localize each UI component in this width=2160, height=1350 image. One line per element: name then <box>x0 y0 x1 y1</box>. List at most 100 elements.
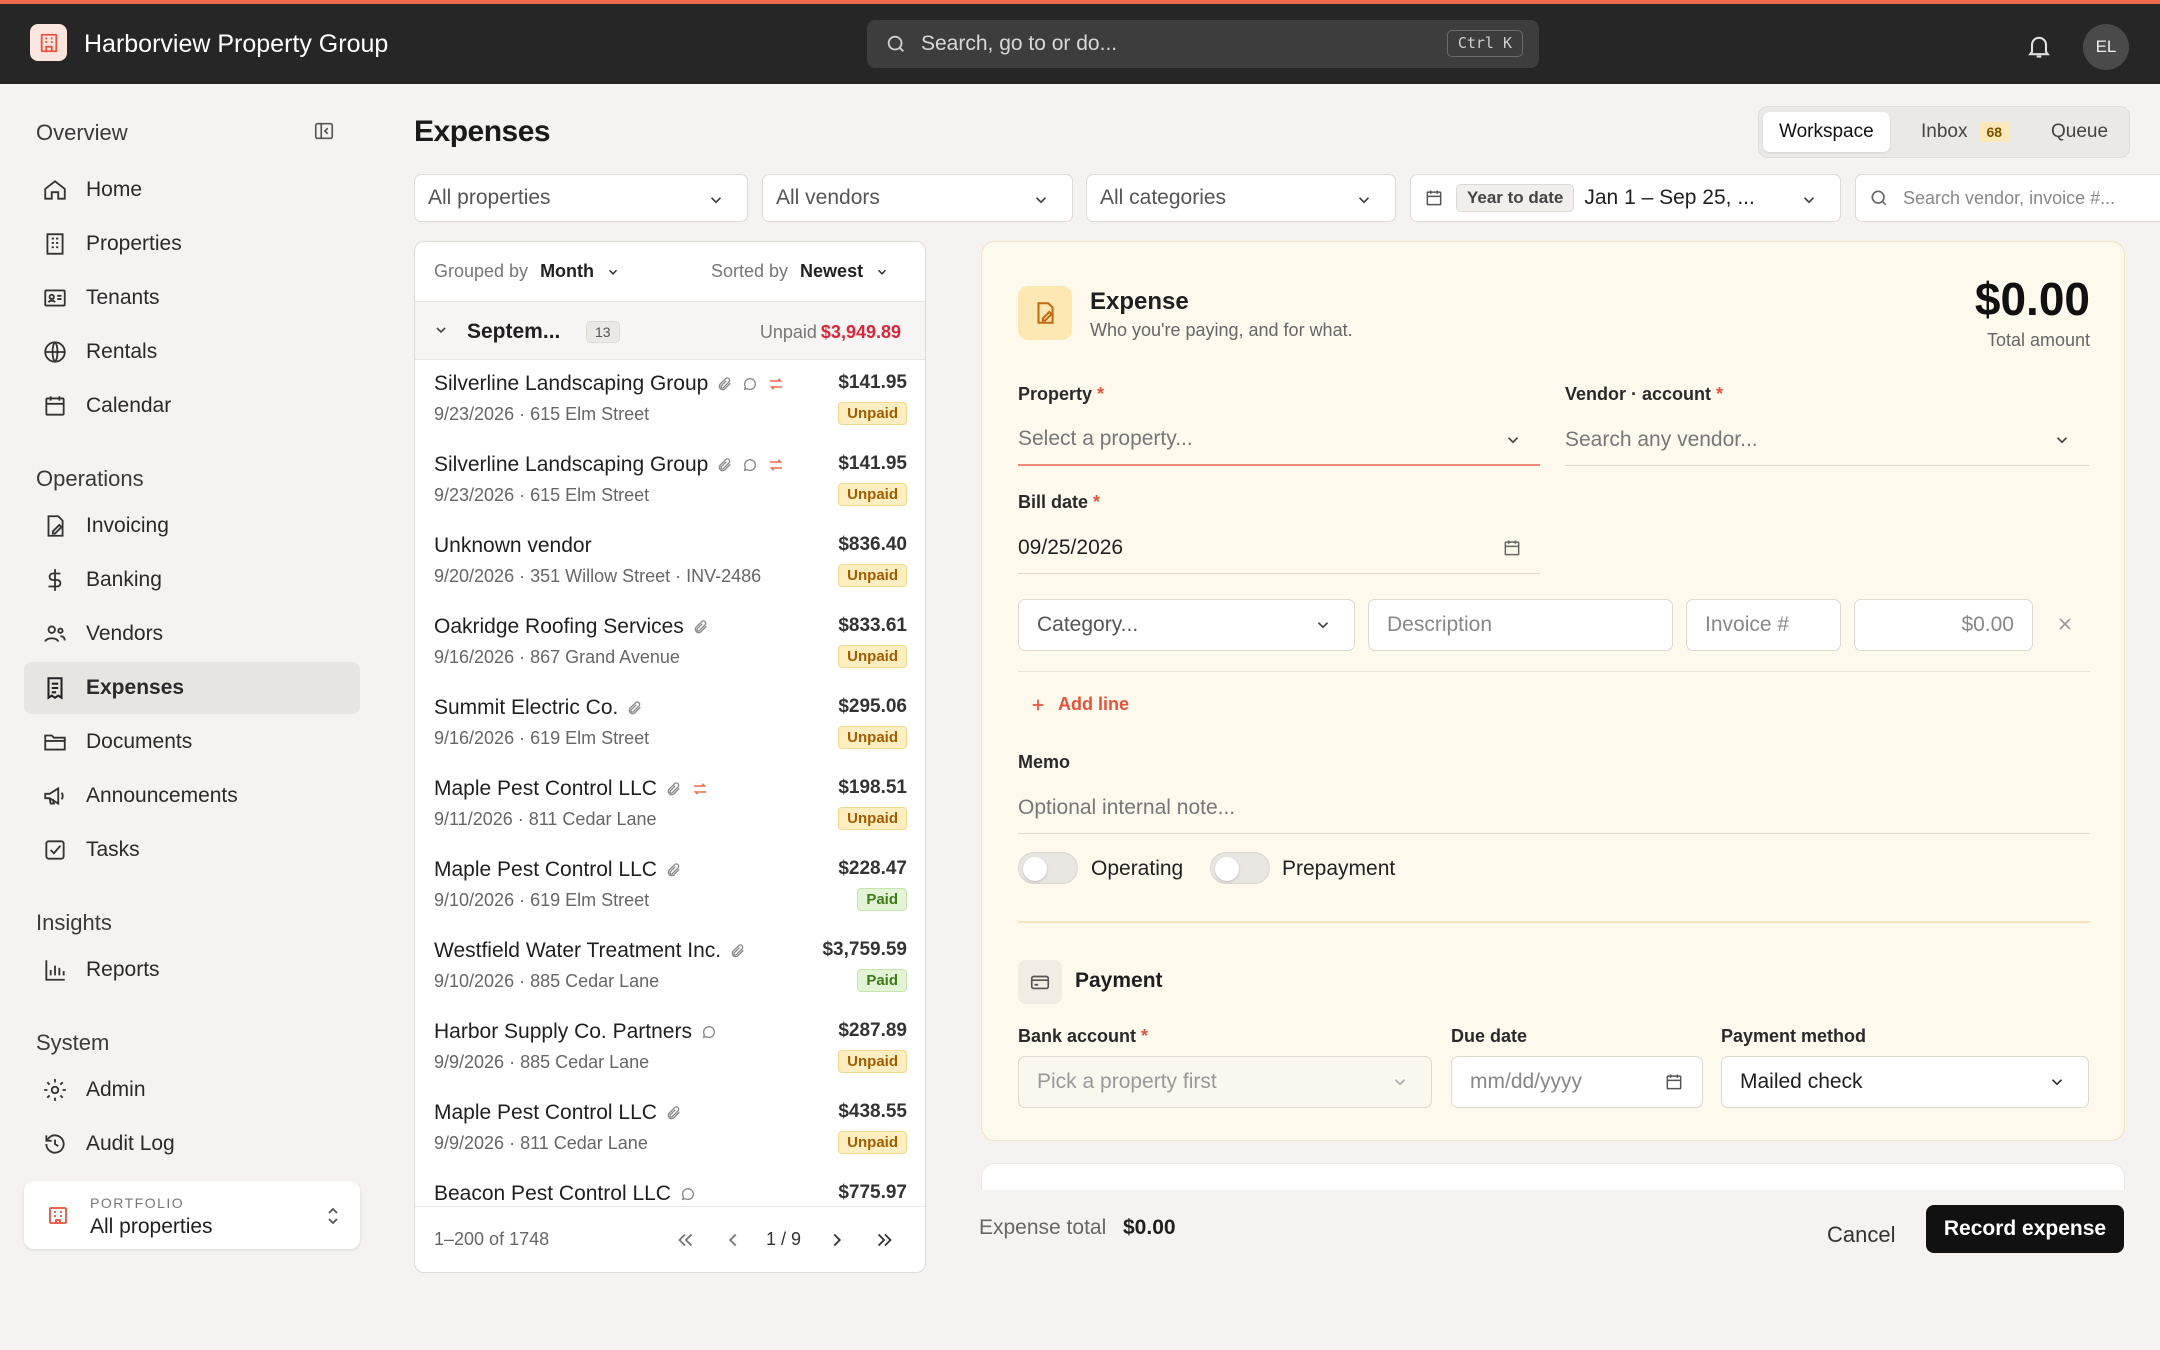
operating-label: Operating <box>1091 857 1184 880</box>
operating-toggle[interactable] <box>1018 852 1078 884</box>
bill-date-label: Bill date * <box>1018 492 1101 512</box>
portfolio-switcher[interactable]: PORTFOLIO All properties <box>24 1181 360 1249</box>
row-vendor: Maple Pest Control LLC <box>434 1101 682 1125</box>
bank-account-label: Bank account * <box>1018 1026 1149 1046</box>
bell-icon[interactable] <box>2025 32 2053 60</box>
total-amount-label: Total amount <box>1986 330 2090 350</box>
gear-icon <box>42 1077 86 1103</box>
last-page-icon[interactable] <box>874 1229 896 1251</box>
date-range-filter[interactable]: Year to date Jan 1 – Sep 25, ... <box>1410 174 1841 222</box>
bank-account-select[interactable]: Pick a property first <box>1018 1056 1432 1108</box>
property-filter[interactable]: All properties <box>414 174 748 222</box>
table-row[interactable]: Unknown vendor 9/20/2026 · 351 Willow Str… <box>415 522 925 603</box>
sidebar-item-tenants[interactable]: Tenants <box>24 272 360 324</box>
sidebar-item-invoicing[interactable]: Invoicing <box>24 500 360 552</box>
row-amount: $775.97 <box>838 1182 907 1203</box>
table-row[interactable]: Maple Pest Control LLC 9/9/2026 · 811 Ced… <box>415 1089 925 1170</box>
group-count-badge: 13 <box>586 321 620 343</box>
invoice-number-input[interactable]: Invoice # <box>1686 599 1841 651</box>
next-page-icon[interactable] <box>826 1229 848 1251</box>
sidebar-collapse-icon[interactable] <box>313 120 335 142</box>
sidebar-item-announcements[interactable]: Announcements <box>24 770 360 822</box>
row-amount: $295.06 <box>838 696 907 717</box>
payment-title: Payment <box>1075 969 1163 992</box>
paperclip-icon <box>657 862 682 878</box>
list-search-input[interactable]: Search vendor, invoice #... <box>1855 174 2160 222</box>
sidebar-item-expenses[interactable]: Expenses <box>24 662 360 714</box>
sidebar-item-tasks[interactable]: Tasks <box>24 824 360 876</box>
table-row[interactable]: Westfield Water Treatment Inc. 9/10/2026 … <box>415 927 925 1008</box>
memo-input[interactable]: Optional internal note... <box>1018 782 2090 834</box>
sidebar-item-reports[interactable]: Reports <box>24 944 360 996</box>
description-input[interactable]: Description <box>1368 599 1673 651</box>
table-row[interactable]: Harbor Supply Co. Partners 9/9/2026 · 885… <box>415 1008 925 1089</box>
table-row[interactable]: Maple Pest Control LLC 9/10/2026 · 619 El… <box>415 846 925 927</box>
chevron-down-icon <box>1355 191 1373 209</box>
expense-total-value: $0.00 <box>1123 1216 1176 1239</box>
sidebar-item-admin[interactable]: Admin <box>24 1064 360 1116</box>
vendor-name: Beacon Pest Control LLC <box>434 1182 671 1205</box>
sidebar-item-calendar[interactable]: Calendar <box>24 380 360 432</box>
first-page-icon[interactable] <box>674 1229 696 1251</box>
sidebar-item-audit-log[interactable]: Audit Log <box>24 1118 360 1170</box>
sidebar-item-banking[interactable]: Banking <box>24 554 360 606</box>
bar-chart-icon <box>42 957 86 983</box>
prev-page-icon[interactable] <box>722 1229 744 1251</box>
vendor-placeholder: Search any vendor... <box>1565 427 1758 451</box>
vendor-filter[interactable]: All vendors <box>762 174 1073 222</box>
category-filter[interactable]: All categories <box>1086 174 1396 222</box>
month-group-header[interactable]: Septem... 13 Unpaid $3,949.89 <box>415 302 925 360</box>
chevron-down-icon <box>1032 191 1050 209</box>
table-row[interactable]: Oakridge Roofing Services 9/16/2026 · 867… <box>415 603 925 684</box>
app-logo[interactable] <box>30 24 67 61</box>
calendar-icon[interactable] <box>1664 1072 1684 1092</box>
form-title: Expense <box>1090 288 1189 315</box>
global-search[interactable]: Search, go to or do... Ctrl K <box>867 20 1539 68</box>
sidebar-item-properties[interactable]: Properties <box>24 218 360 270</box>
top-bar: Harborview Property Group Search, go to … <box>0 0 2160 84</box>
comment-icon <box>733 457 758 473</box>
unpaid-amount: $3,949.89 <box>820 322 901 342</box>
vendor-name: Silverline Landscaping Group <box>434 453 709 476</box>
tab-inbox[interactable]: Inbox 68 <box>1905 112 2025 152</box>
tab-workspace[interactable]: Workspace <box>1763 112 1890 152</box>
add-line-label: Add line <box>1058 694 1129 714</box>
sort-by-control[interactable]: Sorted by Newest <box>711 261 889 282</box>
date-range-value: Jan 1 – Sep 25, ... <box>1584 186 1755 209</box>
bill-date-input[interactable]: 09/25/2026 <box>1018 522 1540 574</box>
sidebar-item-rentals[interactable]: Rentals <box>24 326 360 378</box>
table-row[interactable]: Silverline Landscaping Group 9/23/2026 · … <box>415 360 925 441</box>
add-line-button[interactable]: Add line <box>1030 694 1129 715</box>
inbox-count-badge: 68 <box>1979 122 2010 142</box>
sidebar-item-label: Vendors <box>86 622 164 645</box>
line-amount-input[interactable]: $0.00 <box>1854 599 2033 651</box>
cancel-button[interactable]: Cancel <box>1827 1214 1895 1256</box>
sidebar-item-home[interactable]: Home <box>24 164 360 216</box>
due-date-input[interactable]: mm/dd/yyyy <box>1451 1056 1703 1108</box>
close-icon[interactable] <box>2055 614 2075 634</box>
plus-icon <box>1030 697 1046 713</box>
payment-method-select[interactable]: Mailed check <box>1721 1056 2089 1108</box>
user-avatar[interactable]: EL <box>2083 24 2129 70</box>
vendor-select[interactable]: Search any vendor... <box>1565 414 2089 466</box>
group-by-control[interactable]: Grouped by Month <box>434 261 620 282</box>
calendar-icon[interactable] <box>1502 538 1522 558</box>
table-row[interactable]: Maple Pest Control LLC 9/11/2026 · 811 Ce… <box>415 765 925 846</box>
app-title: Harborview Property Group <box>84 30 389 58</box>
table-row[interactable]: Silverline Landscaping Group 9/23/2026 · … <box>415 441 925 522</box>
prepayment-toggle[interactable] <box>1210 852 1270 884</box>
row-amount: $3,759.59 <box>822 939 907 960</box>
tab-queue[interactable]: Queue <box>2035 112 2124 152</box>
comment-icon <box>671 1186 696 1202</box>
record-expense-button[interactable]: Record expense <box>1926 1205 2124 1253</box>
vendor-label: Vendor · account * <box>1565 384 1724 404</box>
row-vendor: Westfield Water Treatment Inc. <box>434 939 746 963</box>
vendor-name: Summit Electric Co. <box>434 696 619 719</box>
table-row[interactable]: Summit Electric Co. 9/16/2026 · 619 Elm S… <box>415 684 925 765</box>
property-select[interactable]: Select a property... <box>1018 414 1540 466</box>
sidebar-item-documents[interactable]: Documents <box>24 716 360 768</box>
status-badge: Unpaid <box>838 483 907 506</box>
invoice-placeholder: Invoice # <box>1705 613 1790 636</box>
category-select[interactable]: Category... <box>1018 599 1355 651</box>
sidebar-item-vendors[interactable]: Vendors <box>24 608 360 660</box>
